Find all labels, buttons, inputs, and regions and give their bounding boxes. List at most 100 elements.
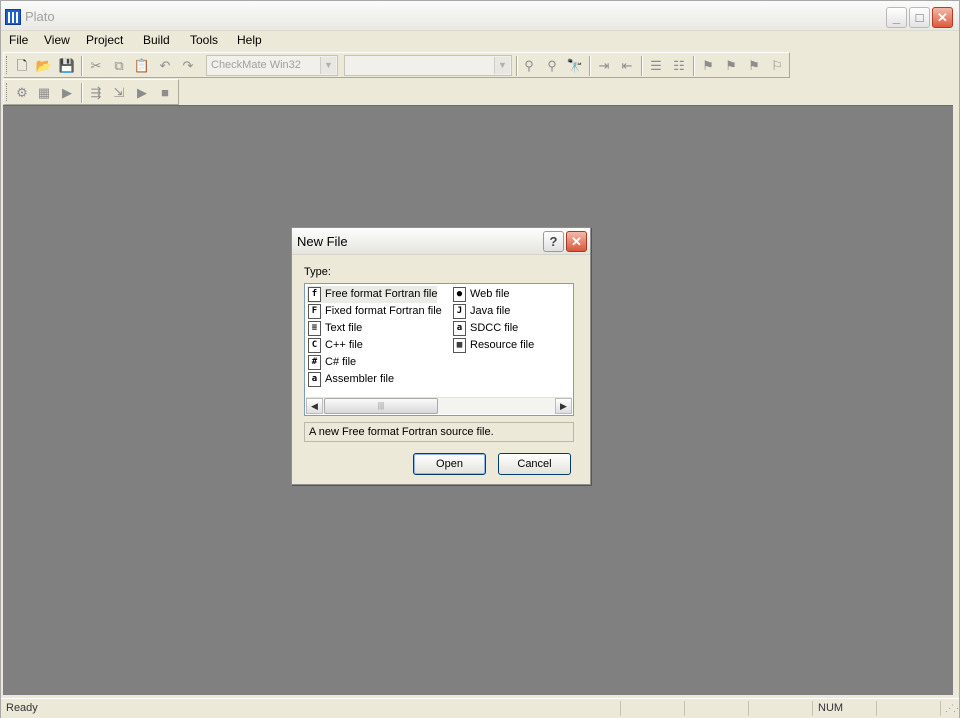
cut-icon[interactable]: ✂ (86, 56, 106, 76)
maximize-button[interactable]: □ (909, 7, 930, 28)
list-item-csharp-file[interactable]: # C# file (307, 354, 356, 371)
indent-icon[interactable]: ⇥ (594, 56, 614, 76)
list-item-label: Assembler file (325, 373, 395, 385)
redo-icon[interactable]: ↷ (178, 56, 198, 76)
cpp-file-icon: C (308, 338, 321, 353)
file-type-description: A new Free format Fortran source file. (304, 422, 574, 442)
list-item-label: Text file (325, 322, 363, 334)
dialog-title-bar[interactable]: New File ? ✕ (292, 228, 590, 255)
open-folder-icon[interactable]: 📂 (34, 56, 54, 76)
list-item-cpp-file[interactable]: C C++ file (307, 337, 363, 354)
configuration-value: CheckMate Win32 (211, 59, 301, 71)
project-combo[interactable]: ▼ (344, 55, 512, 76)
compile-icon[interactable]: ⚙ (12, 83, 32, 103)
maximize-icon: □ (915, 10, 924, 25)
clear-bookmarks-icon[interactable]: ⚐ (767, 56, 787, 76)
find-next-icon[interactable]: ⚲ (542, 56, 562, 76)
type-label: Type: (304, 266, 331, 278)
save-icon[interactable]: 💾 (57, 56, 77, 76)
chevron-down-icon: ▼ (494, 57, 510, 74)
bookmark-icon[interactable]: ⚑ (698, 56, 718, 76)
list-item-web-file[interactable]: ● Web file (452, 286, 510, 303)
menu-build[interactable]: Build (143, 33, 170, 47)
list-item-label: SDCC file (470, 322, 519, 334)
resource-file-icon: ▦ (453, 338, 466, 353)
new-file-icon[interactable]: 🗋 (12, 56, 32, 76)
copy-icon[interactable]: ⧉ (109, 56, 129, 76)
dialog-title: New File (297, 234, 348, 249)
chevron-down-icon: ▼ (320, 57, 336, 74)
step-icon[interactable]: ⇲ (109, 83, 129, 103)
list-item-label: Fixed format Fortran file (325, 305, 442, 317)
outdent-icon[interactable]: ⇤ (617, 56, 637, 76)
close-icon: ✕ (937, 10, 948, 25)
scroll-left-arrow-icon[interactable]: ◀ (306, 398, 323, 414)
list-item-label: C# file (325, 356, 357, 368)
status-pane-empty-2 (687, 701, 749, 716)
window-title: Plato (25, 9, 55, 24)
toolbar-grip[interactable] (6, 56, 9, 74)
assembler-file-icon: a (308, 372, 321, 387)
status-pane-empty-3 (751, 701, 813, 716)
close-button[interactable]: ✕ (932, 7, 953, 28)
menu-view[interactable]: View (44, 33, 70, 47)
menu-tools[interactable]: Tools (190, 33, 218, 47)
list-item-resource-file[interactable]: ▦ Resource file (452, 337, 534, 354)
standard-toolbar: 🗋 📂 💾 ✂ ⧉ 📋 ↶ ↷ CheckMate Win32 ▼ ▼ ⚲ ⚲ … (3, 52, 790, 78)
open-button[interactable]: Open (413, 453, 486, 475)
dialog-close-button[interactable]: ✕ (566, 231, 587, 252)
plato-app-icon (5, 9, 21, 25)
new-file-dialog: New File ? ✕ Type: f Free format Fortran… (291, 227, 591, 485)
sdcc-file-icon: a (453, 321, 466, 336)
plato-window: Plato _ □ ✕ File View Project Build Tool… (0, 0, 960, 718)
undo-icon[interactable]: ↶ (155, 56, 175, 76)
list-item-label: C++ file (325, 339, 363, 351)
next-bookmark-icon[interactable]: ⚑ (721, 56, 741, 76)
debug-icon[interactable]: ⇶ (86, 83, 106, 103)
fortran-fixed-icon: F (308, 304, 321, 319)
resize-grip-icon[interactable]: ⋰⋰ (945, 703, 960, 715)
list-item-fixed-fortran[interactable]: F Fixed format Fortran file (307, 303, 442, 320)
build-toolbar: ⚙ ▦ ▶ ⇶ ⇲ ▶ ■ (3, 79, 179, 105)
list-item-text-file[interactable]: ≡ Text file (307, 320, 362, 337)
comment-icon[interactable]: ☰ (646, 56, 666, 76)
uncomment-icon[interactable]: ☷ (669, 56, 689, 76)
java-file-icon: J (453, 304, 466, 319)
list-item-free-fortran[interactable]: f Free format Fortran file (307, 286, 438, 303)
run-icon[interactable]: ▶ (57, 83, 77, 103)
scroll-thumb[interactable]: ||| (324, 398, 438, 414)
status-pane-empty-4 (879, 701, 941, 716)
fortran-free-icon: f (308, 287, 321, 302)
question-mark-icon: ? (549, 234, 558, 249)
menu-file[interactable]: File (9, 33, 28, 47)
find-icon[interactable]: ⚲ (519, 56, 539, 76)
toolbar-grip[interactable] (6, 83, 9, 101)
file-type-list[interactable]: f Free format Fortran file F Fixed forma… (304, 283, 574, 416)
list-item-label: Resource file (470, 339, 535, 351)
status-num-lock: NUM (815, 701, 877, 716)
minimize-icon: _ (892, 10, 901, 25)
paste-icon[interactable]: 📋 (132, 56, 152, 76)
build-icon[interactable]: ▦ (34, 83, 54, 103)
status-text: Ready (3, 701, 621, 716)
minimize-button[interactable]: _ (886, 7, 907, 28)
list-item-sdcc-file[interactable]: a SDCC file (452, 320, 518, 337)
continue-icon[interactable]: ▶ (132, 83, 152, 103)
menu-project[interactable]: Project (86, 33, 123, 47)
stop-icon[interactable]: ■ (155, 83, 175, 103)
web-file-icon: ● (453, 287, 466, 302)
find-in-files-icon[interactable]: 🔭 (565, 56, 585, 76)
scroll-right-arrow-icon[interactable]: ▶ (555, 398, 572, 414)
list-item-assembler-file[interactable]: a Assembler file (307, 371, 394, 388)
horizontal-scrollbar[interactable]: ◀ ||| ▶ (306, 397, 572, 414)
configuration-combo[interactable]: CheckMate Win32 ▼ (206, 55, 338, 76)
cancel-button[interactable]: Cancel (498, 453, 571, 475)
list-item-label: Free format Fortran file (325, 288, 438, 300)
text-file-icon: ≡ (308, 321, 321, 336)
title-bar[interactable]: Plato _ □ ✕ (1, 1, 959, 31)
prev-bookmark-icon[interactable]: ⚑ (744, 56, 764, 76)
menu-help[interactable]: Help (237, 33, 262, 47)
list-item-java-file[interactable]: J Java file (452, 303, 510, 320)
help-button[interactable]: ? (543, 231, 564, 252)
menu-bar: File View Project Build Tools Help (1, 31, 959, 51)
